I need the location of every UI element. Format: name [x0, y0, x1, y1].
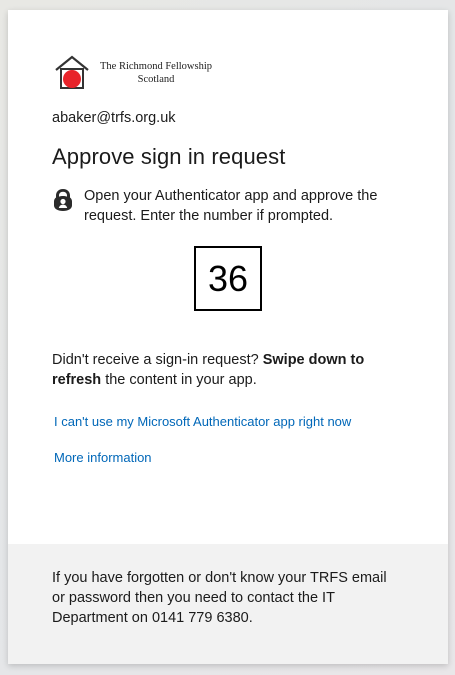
- authenticator-lock-icon: [54, 189, 72, 211]
- swipe-hint-suffix: the content in your app.: [101, 372, 257, 388]
- instruction-text: Open your Authenticator app and approve …: [84, 188, 378, 224]
- account-email: abaker@trfs.org.uk: [52, 110, 176, 126]
- footer-help-text: If you have forgotten or don't know your…: [52, 570, 387, 626]
- org-name-line2: Scotland: [137, 74, 175, 85]
- org-name-line1: The Richmond Fellowship: [100, 61, 212, 72]
- page-title: Approve sign in request: [52, 144, 286, 169]
- cant-use-authenticator-link[interactable]: I can't use my Microsoft Authenticator a…: [54, 414, 351, 429]
- swipe-hint-prefix: Didn't receive a sign-in request?: [52, 352, 263, 368]
- org-name: The Richmond Fellowship Scotland: [90, 60, 222, 86]
- org-logo: The Richmond Fellowship Scotland: [54, 54, 224, 94]
- house-logo-icon: [55, 55, 89, 89]
- sign-in-card: The Richmond Fellowship Scotland abaker@…: [8, 10, 448, 664]
- verification-number: 36: [194, 246, 262, 311]
- more-information-link[interactable]: More information: [54, 450, 152, 465]
- footer-panel: If you have forgotten or don't know your…: [8, 544, 448, 664]
- swipe-hint: Didn't receive a sign-in request? Swipe …: [52, 350, 392, 390]
